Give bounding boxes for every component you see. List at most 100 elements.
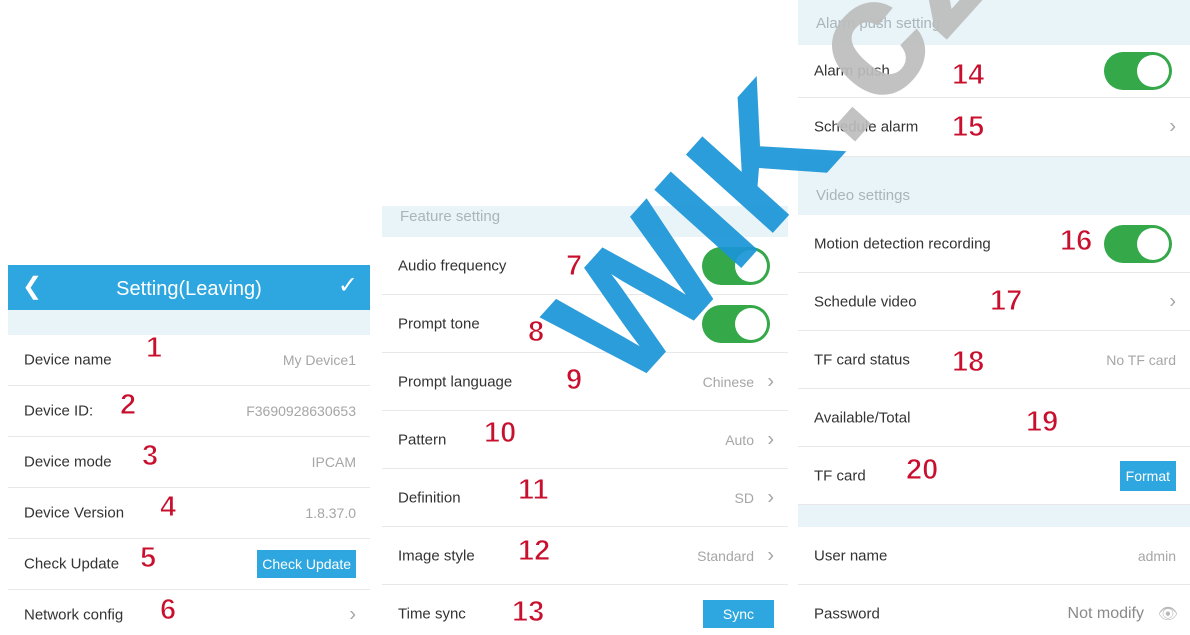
time-sync-label: Time sync	[398, 605, 466, 622]
password-label: Password	[814, 605, 880, 622]
pattern-value: Auto	[725, 431, 754, 448]
callout-number: 18	[951, 346, 985, 379]
feature-settings-panel: Feature setting Audio frequency Prompt t…	[382, 206, 788, 635]
tf-card-status-row: TF card status No TF card	[798, 331, 1190, 389]
password-row[interactable]: Password Not modify 👁	[798, 585, 1190, 635]
network-config-row[interactable]: Network config ›	[8, 590, 370, 635]
toggle-knob	[1137, 55, 1169, 87]
tf-card-status-value: No TF card	[1106, 351, 1176, 368]
check-update-button[interactable]: Check Update	[257, 550, 356, 578]
callout-number: 11	[518, 474, 550, 507]
device-id-value: F3690928630653	[246, 403, 356, 419]
tf-card-label: TF card	[814, 467, 866, 484]
device-id-row: Device ID: F3690928630653	[8, 386, 370, 437]
callout-number: 9	[565, 364, 583, 397]
chevron-right-icon: ›	[349, 603, 356, 626]
prompt-tone-toggle[interactable]	[702, 304, 770, 343]
device-name-value: My Device1	[282, 352, 356, 368]
schedule-alarm-label: Schedule alarm	[814, 118, 919, 136]
eye-slash-icon[interactable]: 👁	[1158, 604, 1178, 624]
image-style-row[interactable]: Image style Standard ›	[382, 527, 788, 585]
schedule-video-label: Schedule video	[814, 293, 917, 310]
chevron-right-icon: ›	[767, 544, 774, 566]
audio-frequency-label: Audio frequency	[398, 257, 507, 274]
definition-value: SD	[734, 489, 754, 506]
audio-frequency-toggle[interactable]	[702, 246, 770, 285]
callout-number: 17	[989, 285, 1023, 318]
audio-frequency-row: Audio frequency	[382, 237, 788, 295]
device-mode-value: IPCAM	[311, 454, 356, 470]
check-update-label: Check Update	[24, 555, 120, 573]
device-settings-panel: ❮ Setting(Leaving) ✓ Device name My Devi…	[8, 265, 370, 635]
device-version-row: Device Version 1.8.37.0	[8, 488, 370, 539]
alarm-push-section-header: Alarm push setting	[798, 0, 1190, 45]
device-mode-row: Device mode IPCAM	[8, 437, 370, 488]
device-id-label: Device ID:	[24, 402, 94, 420]
feature-setting-section-header: Feature setting	[382, 206, 788, 237]
image-style-value: Standard	[697, 547, 754, 564]
toggle-knob	[735, 307, 767, 340]
device-name-label: Device name	[24, 351, 112, 369]
user-name-value: admin	[1137, 547, 1176, 564]
format-button[interactable]: Format	[1119, 460, 1176, 491]
callout-number: 15	[951, 111, 985, 144]
password-value: Not modify	[1067, 604, 1144, 622]
prompt-language-label: Prompt language	[398, 373, 513, 390]
device-version-label: Device Version	[24, 504, 125, 522]
tf-card-row: TF card Format	[798, 447, 1190, 505]
callout-number: 19	[1025, 406, 1059, 439]
prompt-tone-row: Prompt tone	[382, 295, 788, 353]
callout-number: 2	[119, 389, 137, 422]
callout-number: 7	[565, 250, 583, 283]
chevron-right-icon: ›	[1169, 290, 1176, 312]
prompt-language-row[interactable]: Prompt language Chinese ›	[382, 353, 788, 411]
motion-detection-toggle[interactable]	[1104, 224, 1172, 263]
callout-number: 16	[1059, 225, 1093, 258]
available-total-label: Available/Total	[814, 409, 911, 426]
chevron-right-icon: ›	[767, 428, 774, 450]
callout-number: 13	[511, 596, 545, 629]
check-icon[interactable]: ✓	[338, 274, 358, 298]
video-settings-section-header: Video settings	[798, 157, 1190, 215]
check-update-row: Check Update Check Update	[8, 539, 370, 590]
sync-button[interactable]: Sync	[702, 599, 774, 628]
time-sync-row: Time sync Sync	[382, 585, 788, 635]
callout-number: 14	[951, 59, 985, 92]
device-version-value: 1.8.37.0	[305, 505, 356, 521]
schedule-alarm-row[interactable]: Schedule alarm ›	[798, 98, 1190, 157]
settings-header: ❮ Setting(Leaving) ✓	[8, 265, 370, 310]
section-spacer	[798, 505, 1190, 527]
alarm-push-toggle[interactable]	[1104, 52, 1172, 90]
device-name-row[interactable]: Device name My Device1	[8, 335, 370, 386]
definition-row[interactable]: Definition SD ›	[382, 469, 788, 527]
user-name-label: User name	[814, 547, 888, 564]
chevron-right-icon: ›	[1169, 115, 1176, 138]
alarm-push-label: Alarm push	[814, 62, 890, 80]
prompt-language-value: Chinese	[702, 373, 754, 390]
chevron-right-icon: ›	[767, 486, 774, 508]
definition-label: Definition	[398, 489, 461, 506]
callout-number: 6	[159, 594, 177, 627]
callout-number: 5	[139, 542, 157, 575]
callout-number: 10	[483, 417, 517, 450]
callout-number: 4	[159, 491, 177, 524]
callout-number: 1	[145, 332, 163, 365]
toggle-knob	[1137, 227, 1169, 260]
prompt-tone-label: Prompt tone	[398, 315, 480, 332]
user-name-row: User name admin	[798, 527, 1190, 585]
motion-detection-label: Motion detection recording	[814, 235, 991, 252]
callout-number: 12	[517, 535, 551, 568]
network-config-label: Network config	[24, 606, 124, 624]
alarm-push-row: Alarm push	[798, 45, 1190, 98]
section-spacer	[8, 310, 370, 335]
device-mode-label: Device mode	[24, 453, 112, 471]
callout-number: 8	[527, 316, 545, 349]
chevron-right-icon: ›	[767, 370, 774, 392]
pattern-label: Pattern	[398, 431, 447, 448]
page-title: Setting(Leaving)	[116, 278, 262, 300]
pattern-row[interactable]: Pattern Auto ›	[382, 411, 788, 469]
tf-card-status-label: TF card status	[814, 351, 910, 368]
callout-number: 3	[141, 440, 159, 473]
callout-number: 20	[905, 454, 939, 487]
toggle-knob	[735, 249, 767, 282]
